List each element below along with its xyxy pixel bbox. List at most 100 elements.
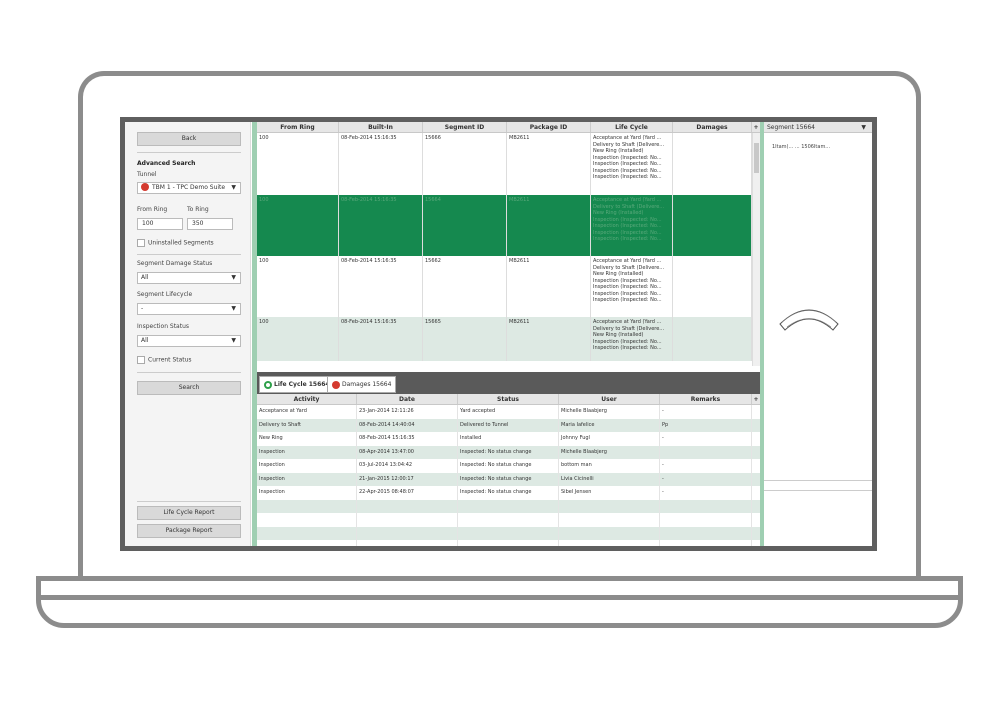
main-area: From Ring Built-In Segment ID Package ID… [252, 122, 760, 546]
tab-damages[interactable]: Damages 15664 [327, 376, 397, 393]
detail-tabbar: Life Cycle 15664 Damages 15664 [257, 372, 760, 394]
back-button[interactable]: Back [137, 132, 241, 146]
current-status-checkbox[interactable]: Current Status [137, 356, 192, 364]
segment-select[interactable]: Segment 15664 ▼ [764, 122, 872, 133]
cell-segment-id: 15665 [423, 317, 507, 361]
table-row[interactable]: Acceptance at Yard 23-Jan-2014 12:11:26 Ya… [257, 405, 760, 419]
table-cell: - [660, 472, 752, 486]
col-remarks[interactable]: Remarks [660, 394, 752, 404]
grid-scrollbar[interactable] [752, 133, 760, 366]
laptop-base [36, 576, 963, 628]
lifecycle-select[interactable]: - ▼ [137, 303, 241, 315]
table-row[interactable] [257, 513, 760, 527]
table-row[interactable]: 100 08-Feb-2014 15:16:35 15664 MB2611 Accept… [257, 195, 752, 256]
lifecycle-entry: Inspection (Inspected: No... [593, 297, 662, 303]
from-ring-input[interactable]: 100 [137, 218, 183, 230]
cell-segment-id: 15664 [423, 195, 507, 256]
table-cell [357, 526, 458, 540]
table-row[interactable]: Inspection 21-Jan-2015 12:00:17 Inspected:… [257, 472, 760, 486]
table-cell: Inspection [257, 472, 357, 486]
chevron-down-icon: ▼ [231, 184, 236, 191]
lifecycle-entry: Inspection (Inspected: No... [593, 284, 662, 290]
scroll-thumb[interactable] [754, 143, 759, 173]
col-user[interactable]: User [559, 394, 660, 404]
col-status[interactable]: Status [458, 394, 559, 404]
col-date[interactable]: Date [357, 394, 458, 404]
table-cell: - [660, 405, 752, 419]
table-cell [357, 540, 458, 546]
lifecycle-report-button[interactable]: Life Cycle Report [137, 506, 241, 520]
table-row[interactable]: Delivery to Shaft 08-Feb-2014 14:40:04 Del… [257, 418, 760, 432]
table-cell: Inspected: No status change [458, 472, 559, 486]
table-row[interactable]: New Ring 08-Feb-2014 15:16:35 Installed Joh… [257, 432, 760, 446]
table-cell: bottom man [559, 459, 660, 473]
tab-damages-label: Damages 15664 [342, 381, 392, 388]
inspection-select[interactable]: All ▼ [137, 335, 241, 347]
to-ring-input[interactable]: 350 [187, 218, 233, 230]
col-segment-id[interactable]: Segment ID [423, 122, 507, 132]
table-cell [257, 499, 357, 513]
app-window: Back Advanced Search Tunnel TBM 1 - TPC … [125, 122, 872, 546]
table-cell [357, 499, 458, 513]
col-built-in[interactable]: Built-In [339, 122, 423, 132]
segment-shape-icon[interactable] [777, 294, 841, 332]
cell-from-ring: 100 [257, 256, 339, 317]
package-report-button[interactable]: Package Report [137, 524, 241, 538]
tunnel-select[interactable]: TBM 1 - TPC Demo Suite ▼ [137, 182, 241, 194]
table-cell [660, 499, 752, 513]
table-cell: - [660, 459, 752, 473]
tab-lifecycle[interactable]: Life Cycle 15664 [259, 376, 335, 393]
uninstalled-label: Uninstalled Segments [148, 239, 214, 247]
col-damages[interactable]: Damages [673, 122, 752, 132]
lifecycle-entry: Inspection (Inspected: No... [593, 161, 662, 167]
uninstalled-checkbox[interactable]: Uninstalled Segments [137, 239, 214, 247]
search-panel: Back Advanced Search Tunnel TBM 1 - TPC … [125, 122, 251, 546]
plus-icon[interactable]: + [752, 394, 760, 404]
cell-built-in: 08-Feb-2014 15:16:35 [339, 256, 423, 317]
cell-segment-id: 15662 [423, 256, 507, 317]
table-cell [458, 513, 559, 527]
table-row[interactable]: Inspection 22-Apr-2015 08:48:07 Inspected:… [257, 486, 760, 500]
table-cell: Livia Cicinelli [559, 472, 660, 486]
cell-life-cycle: Acceptance at Yard (Yard ... Delivery to … [591, 195, 673, 256]
col-from-ring[interactable]: From Ring [257, 122, 339, 132]
table-row[interactable]: Inspection 03-Jul-2014 13:04:42 Inspected:… [257, 459, 760, 473]
table-cell: Maria Iafelice [559, 418, 660, 432]
tunnel-value: TBM 1 - TPC Demo Suite [152, 184, 226, 191]
table-cell: Inspected: No status change [458, 459, 559, 473]
tunnel-label: Tunnel [137, 171, 157, 178]
table-row[interactable]: 100 08-Feb-2014 15:16:35 15666 MB2611 Accept… [257, 133, 752, 195]
chevron-down-icon: ▼ [231, 305, 236, 312]
table-cell: 22-Apr-2015 08:48:07 [357, 486, 458, 500]
chevron-down-icon: ▼ [861, 124, 866, 131]
damage-status-select[interactable]: All ▼ [137, 272, 241, 284]
table-cell [559, 513, 660, 527]
table-cell [257, 526, 357, 540]
table-row[interactable]: Inspection 08-Apr-2014 13:47:00 Inspected:… [257, 445, 760, 459]
table-row[interactable] [257, 499, 760, 513]
table-cell [559, 540, 660, 546]
table-cell: 21-Jan-2015 12:00:17 [357, 472, 458, 486]
col-activity[interactable]: Activity [257, 394, 357, 404]
inspection-value: All [141, 337, 149, 344]
cell-life-cycle: Acceptance at Yard (Yard ... Delivery to … [591, 256, 673, 317]
search-button[interactable]: Search [137, 381, 241, 395]
current-status-label: Current Status [148, 356, 192, 364]
table-cell: 23-Jan-2014 12:11:26 [357, 405, 458, 419]
table-row[interactable]: 100 08-Feb-2014 15:16:35 15662 MB2611 Accept… [257, 256, 752, 317]
advanced-search-heading: Advanced Search [137, 160, 196, 167]
laptop-screen: Back Advanced Search Tunnel TBM 1 - TPC … [120, 117, 877, 551]
table-row[interactable] [257, 540, 760, 546]
table-cell: - [660, 486, 752, 500]
col-package-id[interactable]: Package ID [507, 122, 591, 132]
table-cell [357, 513, 458, 527]
table-row[interactable] [257, 526, 760, 540]
tbm-icon [141, 182, 149, 191]
recycle-icon [264, 380, 272, 389]
table-cell: 03-Jul-2014 13:04:42 [357, 459, 458, 473]
cell-life-cycle: Acceptance at Yard (Yard ... Delivery to … [591, 317, 673, 361]
plus-icon[interactable]: + [752, 122, 760, 132]
table-row[interactable]: 100 08-Feb-2014 15:16:35 15665 MB2611 Accept… [257, 317, 752, 361]
col-life-cycle[interactable]: Life Cycle [591, 122, 673, 132]
to-ring-label: To Ring [187, 206, 209, 213]
